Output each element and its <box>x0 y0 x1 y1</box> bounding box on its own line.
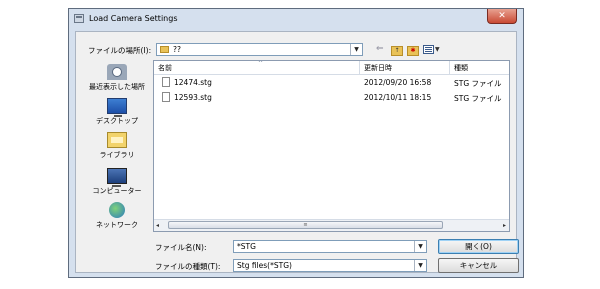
file-type: STG ファイル <box>454 79 502 88</box>
chevron-down-icon[interactable]: ▼ <box>350 44 362 55</box>
file-name: 12474.stg <box>174 78 212 87</box>
file-type: STG ファイル <box>454 94 502 103</box>
scroll-right-icon[interactable]: ▸ <box>503 220 506 231</box>
places-bar: 最近表示した場所 デスクトップ ライブラリ コンピューター ネットワーク <box>86 60 148 229</box>
sort-ascending-icon: ^ <box>258 60 264 67</box>
file-icon <box>162 77 170 87</box>
column-divider[interactable] <box>449 61 450 74</box>
app-icon <box>74 14 84 23</box>
file-name-label: ファイル名(N): <box>155 243 207 252</box>
file-date: 2012/10/11 18:15 <box>364 93 432 102</box>
network-icon <box>109 202 125 218</box>
place-label: コンピューター <box>92 187 142 195</box>
column-header-type[interactable]: 種類 <box>454 63 468 73</box>
back-arrow-icon[interactable]: ⇐ <box>376 44 384 54</box>
title-bar[interactable]: Load Camera Settings ✕ <box>69 9 523 29</box>
place-label: ネットワーク <box>96 221 138 229</box>
look-in-label: ファイルの場所(I): <box>88 46 152 55</box>
open-button[interactable]: 開く(O) <box>438 239 519 254</box>
file-type-label: ファイルの種類(T): <box>155 262 221 271</box>
place-computer[interactable]: コンピューター <box>86 168 148 196</box>
file-date: 2012/09/20 16:58 <box>364 78 432 87</box>
file-name-input[interactable]: *STG ▼ <box>233 240 427 253</box>
file-name: 12593.stg <box>174 93 212 102</box>
horizontal-scrollbar[interactable]: ◂ ≡ ▸ <box>154 219 509 231</box>
file-icon <box>162 92 170 102</box>
chevron-down-icon[interactable]: ▼ <box>414 260 426 271</box>
file-row[interactable]: 12593.stg 2012/10/11 18:15 STG ファイル <box>154 91 509 105</box>
place-desktop[interactable]: デスクトップ <box>86 98 148 126</box>
place-label: デスクトップ <box>96 117 138 125</box>
dialog-client-area: ファイルの場所(I): ?? ▼ ⇐ ↑ ✱ ▼ 最近表示した場所 デスクトップ… <box>75 31 519 273</box>
look-in-value: ?? <box>173 45 181 54</box>
file-list[interactable]: 名前 ^ 更新日時 種類 12474.stg 2012/09/20 16:58 … <box>153 60 510 232</box>
place-label: ライブラリ <box>99 151 135 159</box>
file-type-value: Stg files(*STG) <box>237 261 292 270</box>
computer-icon <box>107 168 127 187</box>
scroll-left-icon[interactable]: ◂ <box>156 220 159 231</box>
views-dropdown-icon[interactable]: ▼ <box>435 45 440 55</box>
up-folder-icon[interactable]: ↑ <box>391 46 403 56</box>
libraries-icon <box>107 132 127 148</box>
file-name-value: *STG <box>237 242 256 251</box>
chevron-down-icon[interactable]: ▼ <box>414 241 426 252</box>
place-libraries[interactable]: ライブラリ <box>86 132 148 160</box>
cancel-button[interactable]: キャンセル <box>438 258 519 273</box>
place-label: 最近表示した場所 <box>89 83 145 91</box>
scrollbar-thumb[interactable]: ≡ <box>168 221 443 229</box>
file-row[interactable]: 12474.stg 2012/09/20 16:58 STG ファイル <box>154 76 509 90</box>
window-title: Load Camera Settings <box>89 14 178 23</box>
new-folder-icon[interactable]: ✱ <box>407 46 419 56</box>
file-list-header: 名前 ^ 更新日時 種類 <box>154 61 509 75</box>
desktop-icon <box>107 98 127 117</box>
file-type-select[interactable]: Stg files(*STG) ▼ <box>233 259 427 272</box>
column-header-name[interactable]: 名前 <box>158 63 172 73</box>
place-network[interactable]: ネットワーク <box>86 202 148 230</box>
folder-icon <box>160 46 169 53</box>
look-in-combo[interactable]: ?? ▼ <box>156 43 363 56</box>
column-divider[interactable] <box>359 61 360 74</box>
views-menu-icon[interactable] <box>423 45 434 54</box>
close-button[interactable]: ✕ <box>487 9 517 24</box>
load-camera-settings-dialog: Load Camera Settings ✕ ファイルの場所(I): ?? ▼ … <box>68 8 524 278</box>
place-recent[interactable]: 最近表示した場所 <box>86 64 148 92</box>
recent-places-icon <box>107 64 127 80</box>
column-header-date[interactable]: 更新日時 <box>364 63 392 73</box>
